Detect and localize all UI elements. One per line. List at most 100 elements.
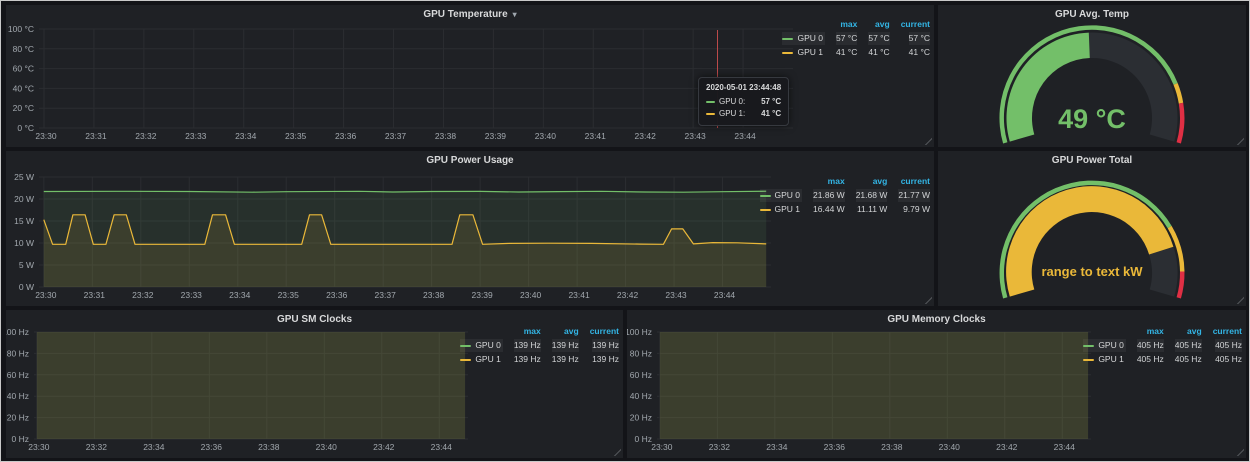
legend-header-max[interactable]: max <box>524 325 541 338</box>
panel-title-gpu-power-usage[interactable]: GPU Power Usage <box>6 155 934 166</box>
legend-stat-value: 405 Hz <box>1137 353 1164 366</box>
x-axis-tick-label: 23:44 <box>431 442 453 452</box>
legend-stat-value: 57 °C <box>868 32 889 45</box>
legend-stat-value: 139 Hz <box>552 353 579 366</box>
legend-header-current[interactable]: current <box>1213 325 1242 338</box>
x-axis-tick-label: 23:40 <box>939 442 961 452</box>
y-axis-tick-label: 0 Hz <box>635 434 652 444</box>
x-axis-tick-label: 23:32 <box>135 131 157 141</box>
legend-header-avg[interactable]: avg <box>873 175 888 188</box>
x-axis-tick-label: 23:35 <box>278 290 300 300</box>
panel-title-gpu-avg-temp[interactable]: GPU Avg. Temp <box>938 9 1246 20</box>
legend-series-name[interactable]: GPU 0 <box>1083 339 1126 352</box>
tooltip-timestamp: 2020-05-01 23:44:48 <box>706 82 781 94</box>
legend-header-max[interactable]: max <box>828 175 845 188</box>
panel-title-text: GPU SM Clocks <box>277 314 352 325</box>
legend-header-max[interactable]: max <box>1147 325 1164 338</box>
x-axis-tick-label: 23:38 <box>435 131 457 141</box>
legend-series-name[interactable]: GPU 0 <box>460 339 503 352</box>
panel-gpu-power-total: GPU Power Total range to text kW <box>938 151 1246 306</box>
legend-header-avg[interactable]: avg <box>1187 325 1202 338</box>
series-color-dash <box>460 359 471 361</box>
x-axis-tick-label: 23:33 <box>181 290 203 300</box>
y-axis-tick-label: 40 Hz <box>630 391 652 401</box>
legend-stat-value: 139 Hz <box>552 339 579 352</box>
series-color-dash <box>706 101 715 103</box>
legend-header-current[interactable]: current <box>590 325 619 338</box>
x-axis-tick-label: 23:35 <box>285 131 307 141</box>
tooltip-row: GPU 1: 41 °C <box>706 108 781 120</box>
x-axis-tick-label: 23:37 <box>385 131 407 141</box>
power-total-gauge <box>938 151 1246 306</box>
y-axis-tick-label: 20 Hz <box>7 413 29 423</box>
panel-title-text: GPU Power Usage <box>426 155 513 166</box>
legend-stat-value: 16.44 W <box>813 203 845 216</box>
panel-gpu-avg-temp: GPU Avg. Temp 49 °C <box>938 5 1246 147</box>
y-axis-tick-label: 40 Hz <box>7 391 29 401</box>
panel-title-gpu-memory-clocks[interactable]: GPU Memory Clocks <box>627 314 1246 325</box>
panel-resize-handle[interactable] <box>924 137 932 145</box>
legend-series-name[interactable]: GPU 1 <box>1083 353 1126 366</box>
legend-gpu-temperature: maxavgcurrentGPU 057 °C57 °C57 °CGPU 141… <box>782 18 930 59</box>
x-axis-tick-label: 23:36 <box>824 442 846 452</box>
legend-stat-value: 139 Hz <box>514 353 541 366</box>
x-axis-tick-label: 23:31 <box>85 131 107 141</box>
x-axis-tick-label: 23:36 <box>201 442 223 452</box>
legend-stat-value: 139 Hz <box>514 339 541 352</box>
y-axis-tick-label: 5 W <box>19 260 34 270</box>
panel-resize-handle[interactable] <box>1236 137 1244 145</box>
series-color-dash <box>460 345 471 347</box>
x-axis-tick-label: 23:34 <box>766 442 788 452</box>
legend-header-current[interactable]: current <box>901 175 930 188</box>
y-axis-tick-label: 60 Hz <box>7 370 29 380</box>
y-axis-tick-label: 80 Hz <box>7 348 29 358</box>
legend-gpu-power-usage: maxavgcurrentGPU 021.86 W21.68 W21.77 WG… <box>760 175 930 216</box>
x-axis-tick-label: 23:38 <box>258 442 280 452</box>
legend-stat-value: 405 Hz <box>1215 353 1242 366</box>
tooltip-series-value: 57 °C <box>753 96 781 108</box>
legend-stat-value: 21.68 W <box>856 189 888 202</box>
gauge-value-text: range to text kW <box>938 264 1246 279</box>
y-axis-tick-label: 0 W <box>19 282 34 292</box>
series-area-gpu-1 <box>660 310 1088 439</box>
tooltip-series-name: GPU 0: <box>719 96 745 108</box>
x-axis-tick-label: 23:32 <box>86 442 108 452</box>
x-axis-tick-label: 23:42 <box>635 131 657 141</box>
x-axis-tick-label: 23:37 <box>375 290 397 300</box>
panel-resize-handle[interactable] <box>924 296 932 304</box>
x-axis-tick-label: 23:40 <box>520 290 542 300</box>
legend-series-name[interactable]: GPU 1 <box>460 353 503 366</box>
y-axis-tick-label: 100 Hz <box>627 327 652 337</box>
panel-gpu-sm-clocks: GPU SM Clocks 0 Hz20 Hz40 Hz60 Hz80 Hz10… <box>6 310 623 458</box>
series-areas <box>44 191 766 287</box>
legend-series-name[interactable]: GPU 1 <box>760 203 803 216</box>
series-color-dash <box>706 113 715 115</box>
legend-gpu-sm-clocks: maxavgcurrentGPU 0139 Hz139 Hz139 HzGPU … <box>460 325 619 366</box>
chevron-down-icon: ▾ <box>513 10 517 19</box>
panel-title-gpu-temperature[interactable]: GPU Temperature▾ <box>6 9 934 20</box>
y-axis-tick-label: 100 Hz <box>6 327 29 337</box>
panel-resize-handle[interactable] <box>613 448 621 456</box>
legend-header-avg[interactable]: avg <box>564 325 579 338</box>
legend-stat-value: 405 Hz <box>1137 339 1164 352</box>
tooltip-series-value: 41 °C <box>753 108 781 120</box>
panel-resize-handle[interactable] <box>1236 448 1244 456</box>
legend-stat-value: 405 Hz <box>1175 339 1202 352</box>
x-axis-tick-label: 23:40 <box>535 131 557 141</box>
panel-title-gpu-sm-clocks[interactable]: GPU SM Clocks <box>6 314 623 325</box>
x-axis-tick-label: 23:34 <box>235 131 257 141</box>
x-axis-tick-label: 23:31 <box>84 290 106 300</box>
x-axis-tick-label: 23:30 <box>28 442 50 452</box>
y-axis-tick-label: 60 °C <box>13 64 34 74</box>
panel-gpu-temperature: GPU Temperature▾ 0 °C20 °C40 °C60 °C80 °… <box>6 5 934 147</box>
legend-series-name[interactable]: GPU 0 <box>760 189 803 202</box>
legend-series-name[interactable]: GPU 1 <box>782 46 825 59</box>
panel-resize-handle[interactable] <box>1236 296 1244 304</box>
tooltip-series-name: GPU 1: <box>719 108 745 120</box>
legend-series-name[interactable]: GPU 0 <box>782 32 825 45</box>
series-color-dash <box>760 209 771 211</box>
panel-title-gpu-power-total[interactable]: GPU Power Total <box>938 155 1246 166</box>
series-color-dash <box>760 195 771 197</box>
x-axis-tick-label: 23:43 <box>665 290 687 300</box>
x-axis-tick-label: 23:38 <box>881 442 903 452</box>
